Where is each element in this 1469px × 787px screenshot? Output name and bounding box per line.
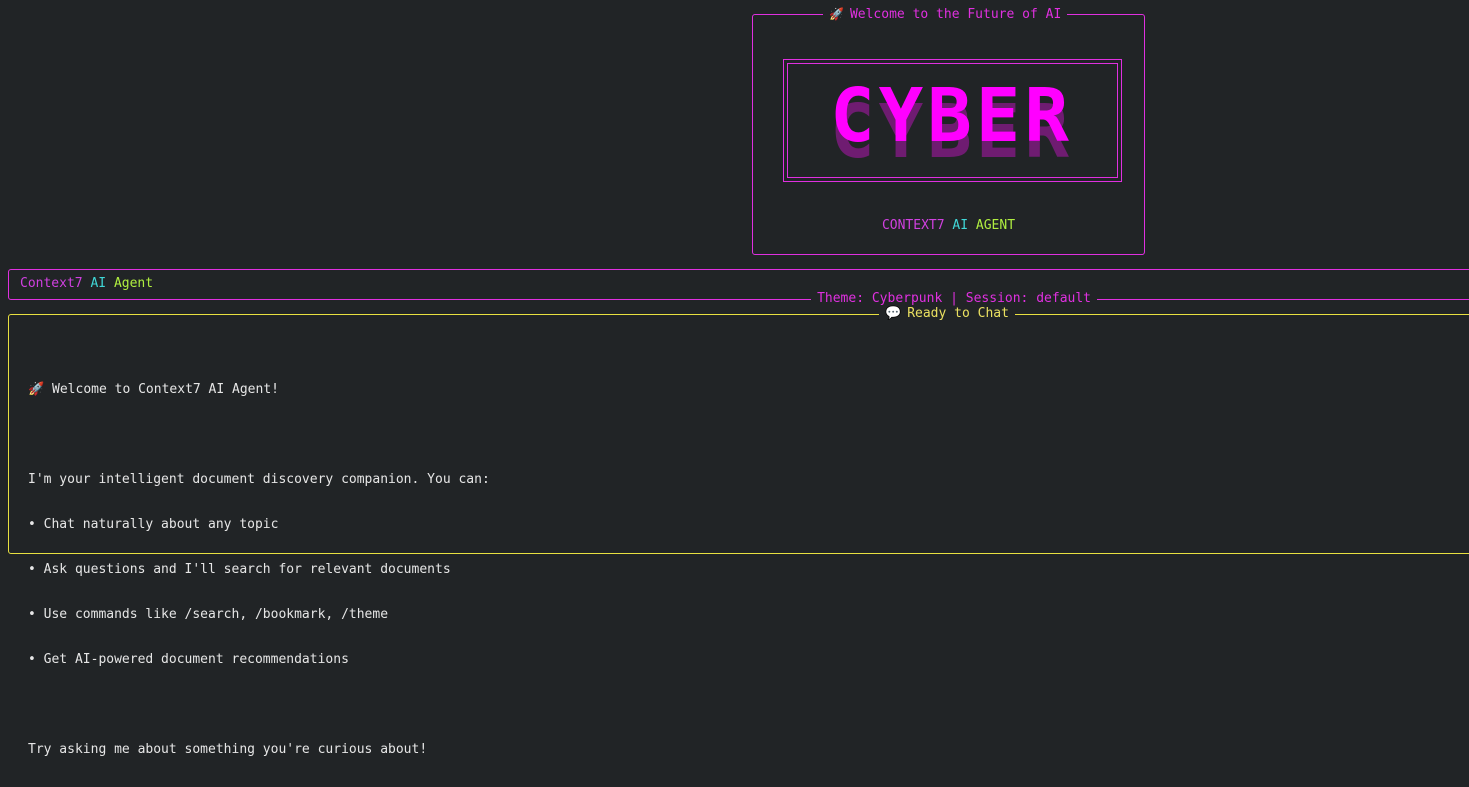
chat-closing: Try asking me about something you're cur… [28, 742, 428, 757]
chat-bullet: • Get AI-powered document recommendation… [28, 652, 349, 667]
speech-bubble-icon: 💬 [885, 306, 902, 321]
chat-bullet: • Ask questions and I'll search for rele… [28, 562, 451, 577]
chat-bullet: • Chat naturally about any topic [28, 517, 279, 532]
subtitle-context7: CONTEXT7 [881, 218, 945, 233]
chat-title-text: Ready to Chat [907, 306, 1009, 321]
logo-text: CYBER [830, 73, 1073, 159]
subtitle-agent: AGENT [975, 218, 1016, 233]
ascii-logo: CYBER CYBER [783, 59, 1122, 182]
app-title-agent: Agent [113, 276, 154, 291]
app-title: Context7 AI Agent [20, 276, 153, 292]
chat-message: 🚀 Welcome to Context7 AI Agent! I'm your… [28, 352, 490, 787]
chat-panel-title: 💬 Ready to Chat [879, 306, 1015, 322]
welcome-panel: 🚀 Welcome to the Future of AI CYBER CYBER… [752, 6, 1145, 255]
chat-greeting: 🚀 Welcome to Context7 AI Agent! [28, 382, 279, 397]
welcome-subtitle: CONTEXT7 AI AGENT [753, 218, 1144, 234]
app-title-ai: AI [90, 276, 107, 291]
chat-bullet: • Use commands like /search, /bookmark, … [28, 607, 389, 622]
subtitle-ai: AI [952, 218, 969, 233]
chat-panel: 💬 Ready to Chat 🚀 Welcome to Context7 AI … [8, 306, 1469, 757]
status-line: Theme: Cyberpunk | Session: default [811, 291, 1097, 307]
app-title-context7: Context7 [20, 276, 83, 291]
rocket-icon: 🚀 [829, 7, 844, 21]
welcome-title-text: Welcome to the Future of AI [849, 7, 1062, 22]
header-bar: Context7 AI Agent Theme: Cyberpunk | Ses… [8, 269, 1469, 307]
chat-intro: I'm your intelligent document discovery … [28, 472, 490, 487]
welcome-panel-title: 🚀 Welcome to the Future of AI [823, 6, 1068, 23]
